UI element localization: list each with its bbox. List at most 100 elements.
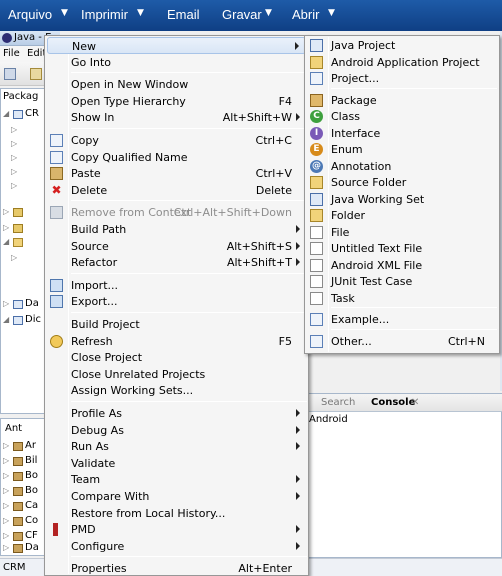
menu-item-android-application-project[interactable]: Android Application Project: [307, 54, 497, 71]
working-set-icon: [310, 192, 323, 206]
tab-search[interactable]: Search: [321, 397, 355, 408]
menu-item-android-xml-file[interactable]: Android XML File: [307, 257, 497, 274]
toolbar-email[interactable]: Email: [167, 7, 200, 22]
menu-item-copy-qualified-name[interactable]: Copy Qualified Name: [47, 149, 306, 166]
close-icon[interactable]: ✕: [411, 397, 419, 408]
menu-item-close-project[interactable]: Close Project: [47, 349, 306, 366]
menu-item-file[interactable]: File: [307, 224, 497, 241]
menu-item-untitled-text-file[interactable]: Untitled Text File: [307, 240, 497, 257]
submenu-arrow-icon: [296, 541, 300, 550]
menu-item-configure[interactable]: Configure: [47, 538, 306, 555]
menu-item-java-working-set[interactable]: Java Working Set: [307, 191, 497, 208]
menu-item-go-into[interactable]: Go Into: [47, 54, 306, 71]
menu-item-debug-as[interactable]: Debug As: [47, 422, 306, 439]
menu-item-paste[interactable]: Paste Ctrl+V: [47, 165, 306, 182]
menu-item-open-in-new-window[interactable]: Open in New Window: [47, 76, 306, 93]
submenu-arrow-icon: [296, 475, 300, 484]
menu-item-shortcut: Alt+Shift+S: [226, 239, 292, 253]
menu-item-refactor[interactable]: Refactor Alt+Shift+T: [47, 254, 306, 271]
menu-item-source-folder[interactable]: Source Folder: [307, 174, 497, 191]
menu-item-refresh[interactable]: Refresh F5: [47, 333, 306, 350]
collapse-icon[interactable]: ▷: [3, 441, 9, 450]
menu-item-build-path[interactable]: Build Path: [47, 221, 306, 238]
tab-console[interactable]: Console: [371, 397, 415, 408]
collapse-icon[interactable]: ▷: [3, 501, 9, 510]
new-icon[interactable]: [4, 68, 16, 80]
menu-item-team[interactable]: Team: [47, 471, 306, 488]
menu-item-class[interactable]: C Class: [307, 108, 497, 125]
toolbar-gravar[interactable]: Gravar: [222, 7, 262, 22]
expand-icon[interactable]: ◢: [3, 237, 9, 246]
collapse-icon[interactable]: ▷: [3, 486, 9, 495]
collapse-icon[interactable]: ▷: [11, 167, 17, 176]
ant-file-icon: [13, 472, 23, 481]
menu-item-other[interactable]: Other... Ctrl+N: [307, 333, 497, 350]
menu-item-export[interactable]: Export...: [47, 293, 306, 310]
expand-icon[interactable]: ◢: [3, 109, 9, 118]
class-icon: C: [310, 110, 323, 123]
menu-item-open-type-hierarchy[interactable]: Open Type Hierarchy F4: [47, 93, 306, 110]
menu-item-properties[interactable]: Properties Alt+Enter: [47, 560, 306, 576]
menu-item-annotation[interactable]: @ Annotation: [307, 158, 497, 175]
collapse-icon[interactable]: ▷: [3, 299, 9, 308]
ant-tab[interactable]: Ant: [5, 423, 22, 434]
menu-item-interface[interactable]: I Interface: [307, 125, 497, 142]
menu-item-assign-working-sets[interactable]: Assign Working Sets...: [47, 382, 306, 399]
menu-item-enum[interactable]: E Enum: [307, 141, 497, 158]
menu-item-close-unrelated-projects[interactable]: Close Unrelated Projects: [47, 366, 306, 383]
package-explorer-tab[interactable]: Packag: [3, 91, 38, 102]
collapse-icon[interactable]: ▷: [11, 153, 17, 162]
menu-item-shortcut: Ctrl+Alt+Shift+Down: [173, 206, 292, 220]
menu-item-label: Task: [331, 291, 355, 305]
toolbar-arquivo[interactable]: Arquivo: [8, 7, 52, 22]
menu-item-show-in[interactable]: Show In Alt+Shift+W: [47, 109, 306, 126]
toolbar-imprimir[interactable]: Imprimir: [81, 7, 128, 22]
menu-item-label: Run As: [71, 440, 109, 454]
annotation-icon: @: [310, 159, 323, 173]
menu-item-run-as[interactable]: Run As: [47, 438, 306, 455]
collapse-icon[interactable]: ▷: [3, 207, 9, 216]
menu-item-label: Copy Qualified Name: [71, 150, 188, 164]
menu-item-new[interactable]: New: [47, 37, 306, 54]
menu-item-task[interactable]: Task: [307, 290, 497, 307]
chevron-down-icon[interactable]: ▼: [328, 8, 335, 18]
menu-item-copy[interactable]: Copy Ctrl+C: [47, 132, 306, 149]
menu-item-project[interactable]: Project...: [307, 70, 497, 87]
chevron-down-icon[interactable]: ▼: [137, 8, 144, 18]
menu-item-package[interactable]: Package: [307, 92, 497, 109]
menu-item-junit-test-case[interactable]: JUnit Test Case: [307, 273, 497, 290]
menu-file[interactable]: File: [3, 48, 20, 59]
menu-item-build-project[interactable]: Build Project: [47, 316, 306, 333]
collapse-icon[interactable]: ▷: [11, 125, 17, 134]
collapse-icon[interactable]: ▷: [3, 471, 9, 480]
chevron-down-icon[interactable]: ▼: [61, 8, 68, 18]
menu-item-folder[interactable]: Folder: [307, 207, 497, 224]
collapse-icon[interactable]: ▷: [3, 531, 9, 540]
menu-item-profile-as[interactable]: Profile As: [47, 405, 306, 422]
copy-icon: [50, 134, 63, 147]
collapse-icon[interactable]: ▷: [3, 223, 9, 232]
save-icon[interactable]: [30, 68, 42, 80]
collapse-icon[interactable]: ▷: [3, 516, 9, 525]
menu-item-compare-with[interactable]: Compare With: [47, 488, 306, 505]
remove-context-icon: [50, 206, 63, 220]
chevron-down-icon[interactable]: ▼: [265, 8, 272, 18]
menu-item-restore-from-local-history[interactable]: Restore from Local History...: [47, 505, 306, 522]
ant-file-icon: [13, 517, 23, 526]
other-icon: [310, 334, 323, 348]
collapse-icon[interactable]: ▷: [11, 253, 17, 262]
collapse-icon[interactable]: ▷: [3, 456, 9, 465]
enum-icon: E: [310, 143, 323, 156]
menu-item-java-project[interactable]: Java Project: [307, 37, 497, 54]
toolbar-abrir[interactable]: Abrir: [292, 7, 319, 22]
menu-item-delete[interactable]: ✖ Delete Delete: [47, 182, 306, 199]
menu-item-example[interactable]: Example...: [307, 311, 497, 328]
menu-item-pmd[interactable]: PMD: [47, 521, 306, 538]
menu-item-import[interactable]: Import...: [47, 277, 306, 294]
expand-icon[interactable]: ◢: [3, 315, 9, 324]
collapse-icon[interactable]: ▷: [11, 139, 17, 148]
collapse-icon[interactable]: ▷: [3, 543, 9, 552]
menu-item-source[interactable]: Source Alt+Shift+S: [47, 238, 306, 255]
collapse-icon[interactable]: ▷: [11, 181, 17, 190]
menu-item-validate[interactable]: Validate: [47, 455, 306, 472]
